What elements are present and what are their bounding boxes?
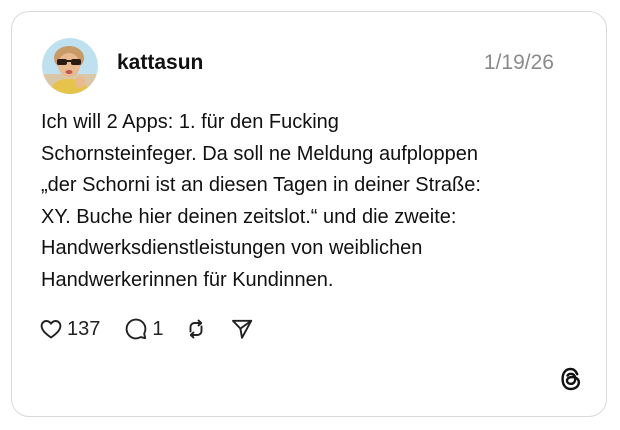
reply-count: 1 — [152, 318, 164, 340]
post-text-line: „der Schorni ist an diesen Tagen in dein… — [41, 174, 481, 196]
comment-bubble-icon — [126, 318, 147, 340]
share-button[interactable] — [230, 317, 254, 341]
post-text-line: Handwerksdienstleistungen von weiblichen — [41, 237, 423, 259]
post-date: 1/19/26 — [483, 51, 554, 74]
action-bar: 137 1 — [39, 314, 254, 344]
repost-icon — [189, 319, 202, 339]
post-text-line: Schornsteinfeger. Da soll ne Meldung auf… — [41, 142, 478, 165]
repost-button[interactable] — [184, 317, 208, 341]
like-count: 137 — [67, 318, 101, 340]
post-text-line: XY. Buche hier deinen zeitslot.“ und die… — [41, 205, 457, 228]
post-text-line: Handwerkerinnen für Kundinnen. — [41, 268, 334, 291]
reply-button[interactable]: 1 — [124, 317, 164, 341]
heart-icon — [40, 320, 62, 339]
avatar-image — [42, 38, 98, 94]
threads-logo-icon[interactable] — [558, 366, 584, 392]
like-button[interactable]: 137 — [39, 317, 100, 341]
send-icon — [231, 319, 252, 339]
username[interactable]: kattasun — [117, 50, 203, 76]
post-text-line: Ich will 2 Apps: 1. für den Fucking — [41, 111, 339, 133]
post-card: kattasun 1/19/26 Ich will 2 Apps: 1. für… — [11, 11, 607, 417]
post-text: Ich will 2 Apps: 1. für den Fucking Scho… — [41, 107, 586, 296]
avatar[interactable] — [42, 38, 98, 94]
